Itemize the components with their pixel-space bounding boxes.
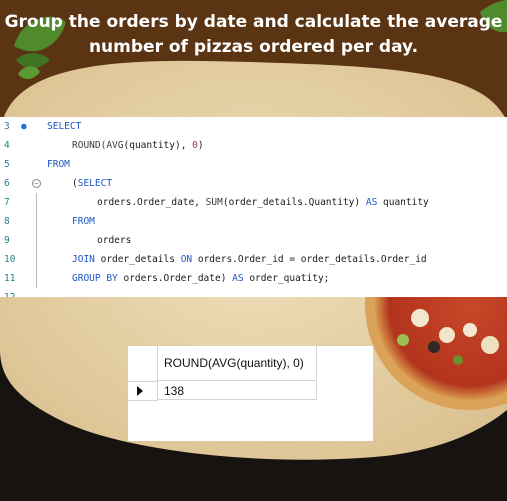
- code-token: ): [197, 140, 204, 151]
- code-token: orders.Order_id = order_details.Order_id: [192, 254, 427, 265]
- code-line[interactable]: 9 orders: [0, 231, 507, 250]
- code-line[interactable]: 5 FROM: [0, 155, 507, 174]
- title-line-1: Group the orders by date and calculate t…: [4, 12, 503, 32]
- code-line[interactable]: 4 ROUND(AVG(quantity), 0): [0, 136, 507, 155]
- page-title: Group the orders by date and calculate t…: [0, 10, 507, 60]
- sql-editor[interactable]: 3 ● SELECT 4 ROUND(AVG(quantity), 0) 5 FROM 6−(…: [0, 117, 507, 297]
- code-token: orders.Order_date): [117, 273, 233, 284]
- code-token: SELECT: [47, 121, 82, 132]
- line-number: 10: [4, 254, 16, 265]
- title-line-2: number of pizzas ordered per day.: [88, 37, 419, 57]
- code-token: orders: [97, 235, 132, 246]
- code-line[interactable]: 3 ● SELECT: [0, 117, 507, 136]
- code-line[interactable]: 11 GROUP BY orders.Order_date) AS order_q…: [0, 269, 507, 288]
- code-token: AVG: [106, 140, 124, 151]
- code-token: orders.Order_date,: [97, 197, 206, 208]
- code-text: FROM: [72, 212, 95, 231]
- code-text: orders: [97, 231, 131, 250]
- code-token: (order_details.Quantity): [222, 197, 366, 208]
- code-line[interactable]: 7 orders.Order_date, SUM(order_details.Qu…: [0, 193, 507, 212]
- code-token: order_quatity;: [243, 273, 330, 284]
- code-text: orders.Order_date, SUM(order_details.Qua…: [97, 193, 429, 212]
- column-header[interactable]: ROUND(AVG(quantity), 0): [158, 346, 317, 381]
- result-grid[interactable]: ROUND(AVG(quantity), 0) 138: [128, 346, 373, 441]
- code-token: GROUP BY: [72, 273, 118, 284]
- code-token: AS: [232, 273, 244, 284]
- code-token: quantity: [377, 197, 429, 208]
- line-number: 12: [4, 288, 24, 297]
- code-token: (quantity),: [123, 140, 193, 151]
- code-token: FROM: [72, 216, 95, 227]
- line-number: 11: [4, 273, 16, 284]
- line-number: 7: [4, 197, 10, 208]
- code-line[interactable]: 10 JOIN order_details ON orders.Order_id …: [0, 250, 507, 269]
- line-number: 8: [4, 216, 10, 227]
- code-text: ROUND(AVG(quantity), 0): [72, 136, 204, 155]
- code-token: AS: [365, 197, 378, 208]
- line-number: 6: [4, 178, 10, 189]
- result-cell[interactable]: 138: [158, 382, 317, 400]
- code-line[interactable]: 12: [0, 288, 507, 297]
- row-header-corner: [128, 346, 158, 382]
- line-number: 5: [4, 159, 10, 170]
- code-text: FROM: [47, 155, 70, 174]
- code-text: (SELECT: [72, 174, 112, 193]
- code-text: GROUP BY orders.Order_date) AS order_qua…: [72, 269, 329, 288]
- code-token: FROM: [47, 159, 70, 170]
- code-token: JOIN: [72, 254, 95, 265]
- code-token: SUM: [205, 197, 223, 208]
- code-text: SELECT: [47, 117, 81, 136]
- code-token: ON: [180, 254, 193, 265]
- line-number: 9: [4, 235, 10, 246]
- current-row-indicator[interactable]: [128, 382, 158, 401]
- code-line[interactable]: 8 FROM: [0, 212, 507, 231]
- line-number: 4: [4, 140, 10, 151]
- code-token: ROUND(: [72, 140, 107, 151]
- code-token: order_details: [94, 254, 181, 265]
- collapse-fold-icon[interactable]: −: [32, 179, 41, 188]
- current-line-marker-icon: ●: [21, 121, 27, 132]
- code-text: JOIN order_details ON orders.Order_id = …: [72, 250, 427, 269]
- code-token: SELECT: [77, 178, 113, 189]
- fold-guide: [36, 193, 37, 288]
- code-line[interactable]: 6 − (SELECT: [0, 174, 507, 193]
